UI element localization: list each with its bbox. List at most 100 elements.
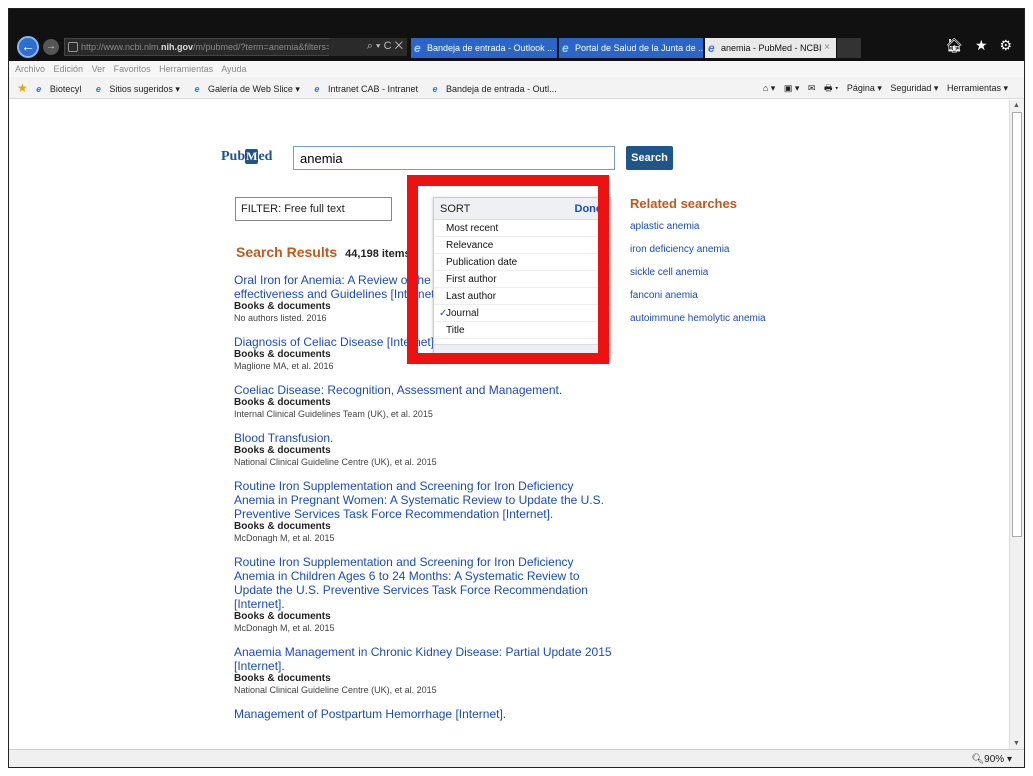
search-input[interactable] xyxy=(293,146,615,170)
browser-window: ← → http://www.ncbi.nlm.nih.gov/m/pubmed… xyxy=(8,8,1025,768)
related-link[interactable]: autoimmune hemolytic anemia xyxy=(630,313,810,325)
menu-herramientas[interactable]: Herramientas xyxy=(159,64,213,74)
results-count: 44,198 items xyxy=(345,248,411,260)
result-meta: McDonagh M, et al. 2015 xyxy=(234,623,335,633)
result-item: Routine Iron Supplementation and Screeni… xyxy=(234,555,614,635)
menu-edicion[interactable]: Edición xyxy=(54,64,84,74)
result-meta: National Clinical Guideline Centre (UK),… xyxy=(234,457,437,467)
fav-biotecyl[interactable]: e Biotecyl xyxy=(36,84,87,94)
result-type: Books & documents xyxy=(234,611,331,622)
ie-icon: e xyxy=(414,41,421,55)
fav-bandeja[interactable]: e Bandeja de entrada - Outl... xyxy=(433,84,563,94)
result-title-link[interactable]: Routine Iron Supplementation and Screeni… xyxy=(234,555,614,611)
menu-archivo[interactable]: Archivo xyxy=(15,64,45,74)
page-content: PubMed Search FILTER: Free full text Sea… xyxy=(9,100,1010,749)
ie-icon: e xyxy=(562,41,569,55)
ie-icon: e xyxy=(36,84,42,94)
result-meta: National Clinical Guideline Centre (UK),… xyxy=(234,685,437,695)
result-type: Books & documents xyxy=(234,397,331,408)
related-searches: Related searches aplastic anemia iron de… xyxy=(630,196,810,336)
fav-sitios-sugeridos[interactable]: e Sitios sugeridos ▾ xyxy=(96,84,186,94)
pubmed-logo[interactable]: PubMed xyxy=(221,149,272,165)
logo-text-ed: ed xyxy=(258,149,273,164)
related-heading: Related searches xyxy=(630,196,737,211)
tab-outlook[interactable]: e Bandeja de entrada - Outlook ... xyxy=(411,38,558,58)
fav-web-slice[interactable]: e Galería de Web Slice ▾ xyxy=(194,84,305,94)
result-title-link[interactable]: Anaemia Management in Chronic Kidney Dis… xyxy=(234,645,614,673)
filter-value: Free full text xyxy=(284,203,345,215)
back-button[interactable]: ← xyxy=(17,36,39,58)
fav-label: Sitios sugeridos ▾ xyxy=(109,84,180,94)
tab-pubmed[interactable]: e anemia - PubMed - NCBI × xyxy=(705,38,837,58)
page-icon xyxy=(68,42,78,52)
result-title-link[interactable]: Routine Iron Supplementation and Screeni… xyxy=(234,479,614,521)
results-heading-text: Search Results xyxy=(236,244,338,260)
ie-icon: e xyxy=(95,84,101,94)
related-link[interactable]: iron deficiency anemia xyxy=(630,244,810,256)
result-title-link[interactable]: Coeliac Disease: Recognition, Assessment… xyxy=(234,383,614,397)
page-icon: e xyxy=(708,41,715,55)
result-meta: Internal Clinical Guidelines Team (UK), … xyxy=(234,409,433,419)
scroll-down-icon[interactable]: ▼ xyxy=(1013,740,1020,747)
logo-text-m: M xyxy=(245,149,259,164)
results-heading: Search Results 44,198 items xyxy=(236,244,411,260)
browser-title-bar: ← → http://www.ncbi.nlm.nih.gov/m/pubmed… xyxy=(9,9,1024,61)
fav-label: Bandeja de entrada - Outl... xyxy=(446,84,557,94)
fav-label: Galería de Web Slice ▾ xyxy=(207,84,300,94)
zoom-control[interactable]: 🔍︎90% ▾ xyxy=(971,750,1012,767)
home-menu-icon[interactable]: ⌂ ▾ xyxy=(763,83,775,93)
favorites-star-icon[interactable]: ★ xyxy=(17,81,28,95)
print-menu-icon[interactable]: 🖶︎ ▾ xyxy=(824,83,838,93)
menu-seguridad[interactable]: Seguridad ▾ xyxy=(890,83,938,93)
result-item: Blood Transfusion. Books & documents Nat… xyxy=(234,431,614,469)
tab-close-icon[interactable]: × xyxy=(824,38,830,58)
search-button[interactable]: Search xyxy=(626,146,673,170)
result-title-link[interactable]: Blood Transfusion. xyxy=(234,431,614,445)
menu-bar: Archivo Edición Ver Favoritos Herramient… xyxy=(9,61,1024,77)
menu-favoritos[interactable]: Favoritos xyxy=(114,64,151,74)
filter-button[interactable]: FILTER: Free full text xyxy=(235,197,392,221)
menu-ver[interactable]: Ver xyxy=(92,64,106,74)
result-type: Books & documents xyxy=(234,673,331,684)
result-type: Books & documents xyxy=(234,521,331,532)
fav-intranet[interactable]: e Intranet CAB - Intranet xyxy=(314,84,424,94)
filter-label: FILTER: xyxy=(241,203,282,215)
mail-icon[interactable]: ✉ xyxy=(808,83,816,93)
address-url-plain: http://www.ncbi.nlm. xyxy=(81,42,162,52)
related-link[interactable]: fanconi anemia xyxy=(630,290,810,302)
address-tools[interactable]: ⌕ ▾ C ✕ xyxy=(329,38,407,56)
feeds-menu-icon[interactable]: ▣ ▾ xyxy=(784,83,800,93)
address-url-domain: nih.gov xyxy=(161,42,194,52)
result-item: Management of Postpartum Hemorrhage [Int… xyxy=(234,707,614,721)
result-title-link[interactable]: Management of Postpartum Hemorrhage [Int… xyxy=(234,707,614,721)
tab-portal-salud[interactable]: e Portal de Salud de la Junta de ... xyxy=(559,38,704,58)
result-meta: McDonagh M, et al. 2015 xyxy=(234,533,335,543)
forward-button[interactable]: → xyxy=(43,39,59,55)
menu-herramientas-cmd[interactable]: Herramientas ▾ xyxy=(947,83,1008,93)
fav-label: Biotecyl xyxy=(49,84,82,94)
result-item: Anaemia Management in Chronic Kidney Dis… xyxy=(234,645,614,697)
tab-label: anemia - PubMed - NCBI xyxy=(721,43,822,53)
result-item: Routine Iron Supplementation and Screeni… xyxy=(234,479,614,545)
vertical-scrollbar[interactable]: ▲ ▼ xyxy=(1009,100,1024,749)
favorites-bar: ★ e Biotecyl e Sitios sugeridos ▾ e Gale… xyxy=(9,77,1024,99)
home-favorites-settings-icons[interactable]: 🏠︎ ★ ⚙︎ xyxy=(945,37,1016,54)
ie-icon: e xyxy=(432,84,438,94)
scroll-up-icon[interactable]: ▲ xyxy=(1013,102,1020,109)
logo-text-pub: Pub xyxy=(221,149,246,164)
status-bar: 🔍︎90% ▾ xyxy=(9,749,1024,767)
tab-label: Bandeja de entrada - Outlook ... xyxy=(427,43,555,53)
tab-label: Portal de Salud de la Junta de ... xyxy=(575,43,704,53)
related-link[interactable]: aplastic anemia xyxy=(630,221,810,233)
result-type: Books & documents xyxy=(234,445,331,456)
related-link[interactable]: sickle cell anemia xyxy=(630,267,810,279)
fav-label: Intranet CAB - Intranet xyxy=(327,84,418,94)
result-item: Coeliac Disease: Recognition, Assessment… xyxy=(234,383,614,421)
red-highlight-box xyxy=(407,175,609,364)
ie-icon: e xyxy=(314,84,320,94)
new-tab-button[interactable] xyxy=(837,38,861,58)
menu-pagina[interactable]: Página ▾ xyxy=(847,83,882,93)
ie-icon: e xyxy=(194,84,200,94)
scrollbar-thumb[interactable] xyxy=(1012,112,1022,537)
menu-ayuda[interactable]: Ayuda xyxy=(221,64,246,74)
